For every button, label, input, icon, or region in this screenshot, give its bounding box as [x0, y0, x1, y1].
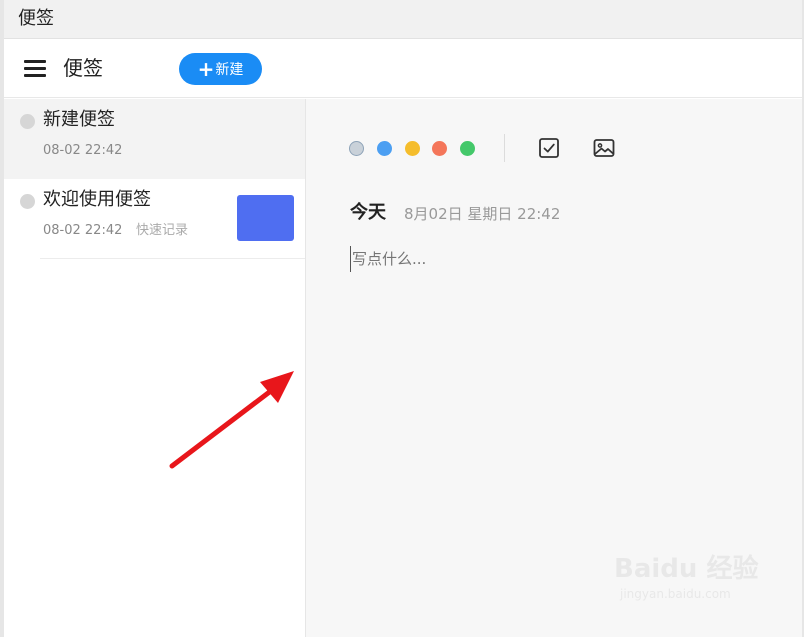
- red-arrow-annotation: [169, 371, 294, 469]
- note-color-dot: [20, 194, 35, 209]
- new-note-button[interactable]: +新建: [179, 53, 262, 85]
- note-time: 08-02 22:42: [43, 223, 123, 238]
- note-title: 欢迎使用便签: [43, 189, 151, 210]
- app-title: 便签: [63, 56, 103, 80]
- watermark-logo: Baidu 经验: [614, 554, 759, 584]
- color-option-gray[interactable]: [349, 141, 364, 156]
- menu-bar: [24, 67, 46, 70]
- note-title: 新建便签: [43, 109, 115, 130]
- new-note-label: 新建: [215, 62, 244, 78]
- baidu-watermark: Baidu 经验 jingyan.baidu.com: [614, 548, 774, 618]
- app-window: 便签 便签 +新建 新建便签 08-02 22:42 欢迎使用便签 08-02 …: [0, 0, 804, 637]
- checkbox-icon[interactable]: [537, 136, 561, 160]
- date-today: 今天: [350, 202, 386, 223]
- note-list-item[interactable]: 欢迎使用便签 08-02 22:42 快速记录: [4, 179, 305, 259]
- color-option-green[interactable]: [460, 141, 475, 156]
- note-tag: 快速记录: [136, 223, 189, 238]
- toolbar-divider: [504, 134, 505, 162]
- note-divider: [40, 258, 305, 259]
- window-title: 便签: [18, 8, 54, 29]
- menu-bar: [24, 74, 46, 77]
- note-color-dot: [20, 114, 35, 129]
- plus-icon: +: [197, 57, 215, 81]
- watermark-url: jingyan.baidu.com: [620, 587, 731, 601]
- hamburger-menu-icon[interactable]: [24, 59, 46, 77]
- window-titlebar: 便签: [4, 0, 802, 39]
- date-full: 8月02日 星期日 22:42: [404, 205, 561, 223]
- app-toolbar: 便签 +新建: [4, 39, 802, 98]
- note-body-input[interactable]: [350, 246, 770, 272]
- color-option-red[interactable]: [432, 141, 447, 156]
- color-option-blue[interactable]: [377, 141, 392, 156]
- color-option-yellow[interactable]: [405, 141, 420, 156]
- image-icon[interactable]: [592, 136, 616, 160]
- note-list-item[interactable]: 新建便签 08-02 22:42: [4, 99, 305, 179]
- menu-bar: [24, 60, 46, 63]
- note-time: 08-02 22:42: [43, 143, 123, 158]
- note-thumbnail: [237, 195, 294, 241]
